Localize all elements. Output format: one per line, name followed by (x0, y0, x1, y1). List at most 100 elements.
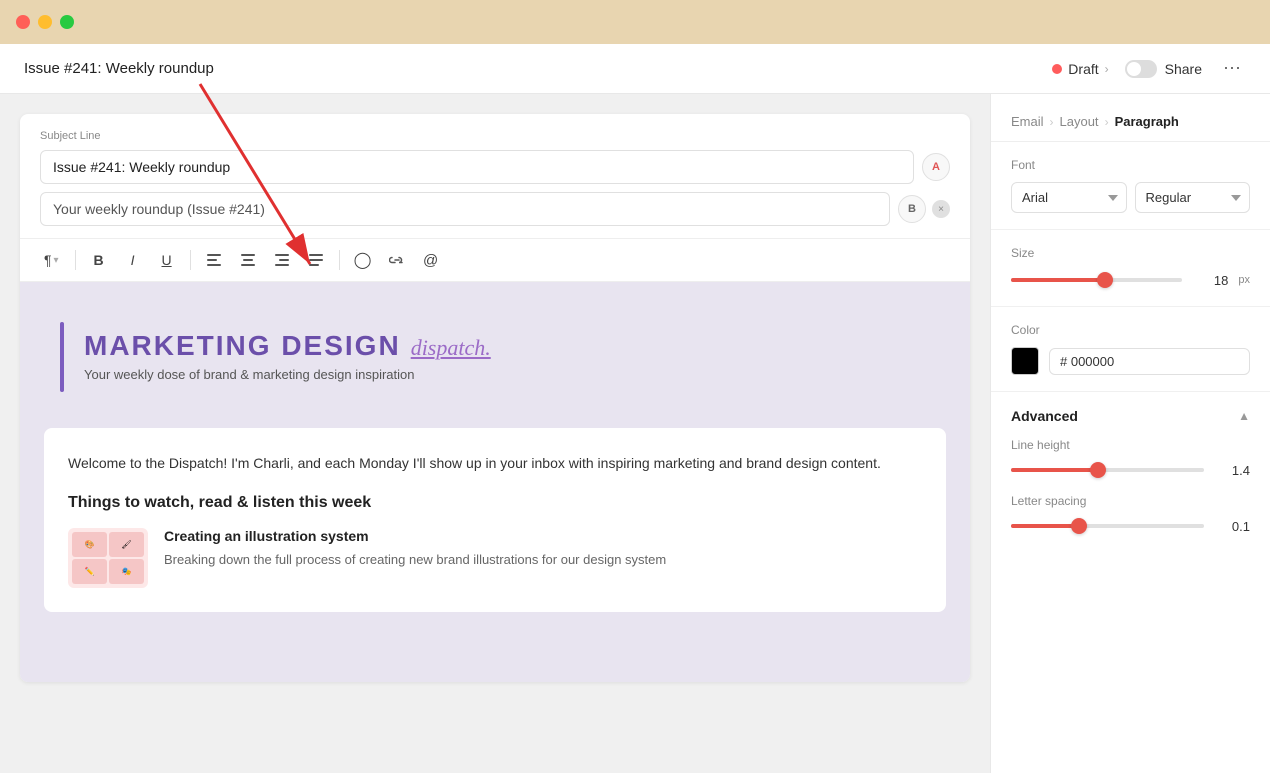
advanced-chevron-icon: ▲ (1238, 409, 1250, 423)
font-section: Font Arial Regular (991, 142, 1270, 230)
size-slider-track (1011, 278, 1182, 282)
align-right-icon (275, 254, 289, 266)
size-value: 18 (1192, 273, 1228, 288)
advanced-section: Advanced ▲ Line height 1.4 (991, 392, 1270, 566)
color-swatch[interactable] (1011, 347, 1039, 375)
align-left-icon (207, 254, 221, 266)
article-thumbnail: 🎨 🖌 ✏️ 🎭 (68, 528, 148, 588)
advanced-title: Advanced (1011, 408, 1078, 424)
line-height-label: Line height (1011, 438, 1250, 452)
size-slider-fill (1011, 278, 1105, 282)
align-center-button[interactable] (233, 245, 263, 275)
font-style-select[interactable]: Regular (1135, 182, 1251, 213)
letter-spacing-row: 0.1 (1011, 516, 1250, 536)
letter-spacing-slider-thumb[interactable] (1071, 518, 1087, 534)
main-layout: Subject Line A B × ¶ ▾ B (0, 94, 1270, 773)
size-row: 18 px (1011, 270, 1250, 290)
letter-spacing-label: Letter spacing (1011, 494, 1250, 508)
article-title: Creating an illustration system (164, 528, 666, 544)
draft-dot (1052, 64, 1062, 74)
size-slider-container[interactable] (1011, 270, 1182, 290)
draft-status[interactable]: Draft › (1052, 61, 1108, 77)
document-title: Issue #241: Weekly roundup (24, 60, 214, 77)
font-family-select[interactable]: Arial (1011, 182, 1127, 213)
size-slider-thumb[interactable] (1097, 272, 1113, 288)
color-label: Color (1011, 323, 1250, 337)
line-height-slider-thumb[interactable] (1090, 462, 1106, 478)
minimize-button[interactable] (38, 15, 52, 29)
panel-header: Email › Layout › Paragraph (991, 94, 1270, 142)
underline-button[interactable]: U (152, 245, 182, 275)
breadcrumb-email[interactable]: Email (1011, 114, 1044, 129)
size-section: Size 18 px (991, 230, 1270, 307)
align-right-button[interactable] (267, 245, 297, 275)
mention-button[interactable]: @ (416, 245, 446, 275)
article-desc: Breaking down the full process of creati… (164, 550, 666, 570)
article-info: Creating an illustration system Breaking… (164, 528, 666, 570)
letter-spacing-slider-fill (1011, 524, 1079, 528)
subject-a-badge: A (922, 153, 950, 181)
window-controls (16, 15, 74, 29)
email-body-card: Welcome to the Dispatch! I'm Charli, and… (44, 428, 946, 612)
close-button[interactable] (16, 15, 30, 29)
subject-a-input[interactable] (40, 150, 914, 184)
font-label: Font (1011, 158, 1250, 172)
email-header-block: MARKETING DESIGN dispatch. Your weekly d… (44, 306, 946, 408)
toolbar-separator-2 (190, 250, 191, 270)
size-unit: px (1238, 274, 1250, 286)
justify-icon (309, 254, 323, 266)
email-body-text: Welcome to the Dispatch! I'm Charli, and… (68, 452, 922, 474)
article-item: 🎨 🖌 ✏️ 🎭 Creating an illustration system… (68, 528, 922, 588)
right-panel: Email › Layout › Paragraph Font Arial Re… (990, 94, 1270, 773)
editor-toolbar: ¶ ▾ B I U (20, 238, 970, 282)
share-toggle[interactable]: Share (1125, 60, 1202, 78)
line-height-slider-fill (1011, 468, 1098, 472)
line-height-field: Line height 1.4 (1011, 438, 1250, 480)
brand-script: dispatch. (411, 335, 491, 361)
draft-label: Draft (1068, 61, 1098, 77)
editor-panel: Subject Line A B × ¶ ▾ B (0, 94, 990, 773)
letter-spacing-value: 0.1 (1214, 519, 1250, 534)
font-row: Arial Regular (1011, 182, 1250, 213)
more-button[interactable]: ⋯ (1218, 55, 1246, 83)
share-label: Share (1165, 61, 1202, 77)
line-height-row: 1.4 (1011, 460, 1250, 480)
paragraph-icon: ¶ (44, 252, 52, 268)
thumb-cell-2: 🖌 (109, 532, 144, 557)
brand-title-row: MARKETING DESIGN dispatch. (84, 332, 491, 361)
paragraph-style-button[interactable]: ¶ ▾ (36, 248, 67, 272)
subject-b-row: B × (40, 192, 950, 226)
subject-area: Subject Line A B × (20, 114, 970, 226)
email-content: MARKETING DESIGN dispatch. Your weekly d… (20, 282, 970, 682)
breadcrumb-current: Paragraph (1115, 114, 1179, 129)
draft-chevron-icon: › (1105, 62, 1109, 76)
align-left-button[interactable] (199, 245, 229, 275)
breadcrumb-sep-2: › (1105, 115, 1109, 129)
advanced-header[interactable]: Advanced ▲ (1011, 408, 1250, 424)
size-label: Size (1011, 246, 1250, 260)
subject-b-input[interactable] (40, 192, 890, 226)
link-button[interactable] (382, 245, 412, 275)
line-height-slider-track (1011, 468, 1204, 472)
breadcrumb-sep-1: › (1050, 115, 1054, 129)
email-section-title: Things to watch, read & listen this week (68, 494, 922, 512)
header-actions: Draft › Share ⋯ (1052, 55, 1246, 83)
color-section: Color # 000000 (991, 307, 1270, 392)
editor-container: Subject Line A B × ¶ ▾ B (20, 114, 970, 682)
color-hex-value[interactable]: # 000000 (1049, 348, 1250, 375)
subject-b-close-icon[interactable]: × (932, 200, 950, 218)
highlight-button[interactable]: ◯ (348, 245, 378, 275)
maximize-button[interactable] (60, 15, 74, 29)
brand-title: MARKETING DESIGN (84, 332, 401, 360)
line-height-slider-container[interactable] (1011, 460, 1204, 480)
bold-button[interactable]: B (84, 245, 114, 275)
thumb-cell-4: 🎭 (109, 559, 144, 584)
italic-button[interactable]: I (118, 245, 148, 275)
share-switch[interactable] (1125, 60, 1157, 78)
breadcrumb-layout[interactable]: Layout (1060, 114, 1099, 129)
brand-tagline: Your weekly dose of brand & marketing de… (84, 367, 491, 382)
letter-spacing-slider-track (1011, 524, 1204, 528)
subject-label: Subject Line (40, 130, 950, 142)
letter-spacing-slider-container[interactable] (1011, 516, 1204, 536)
justify-button[interactable] (301, 245, 331, 275)
